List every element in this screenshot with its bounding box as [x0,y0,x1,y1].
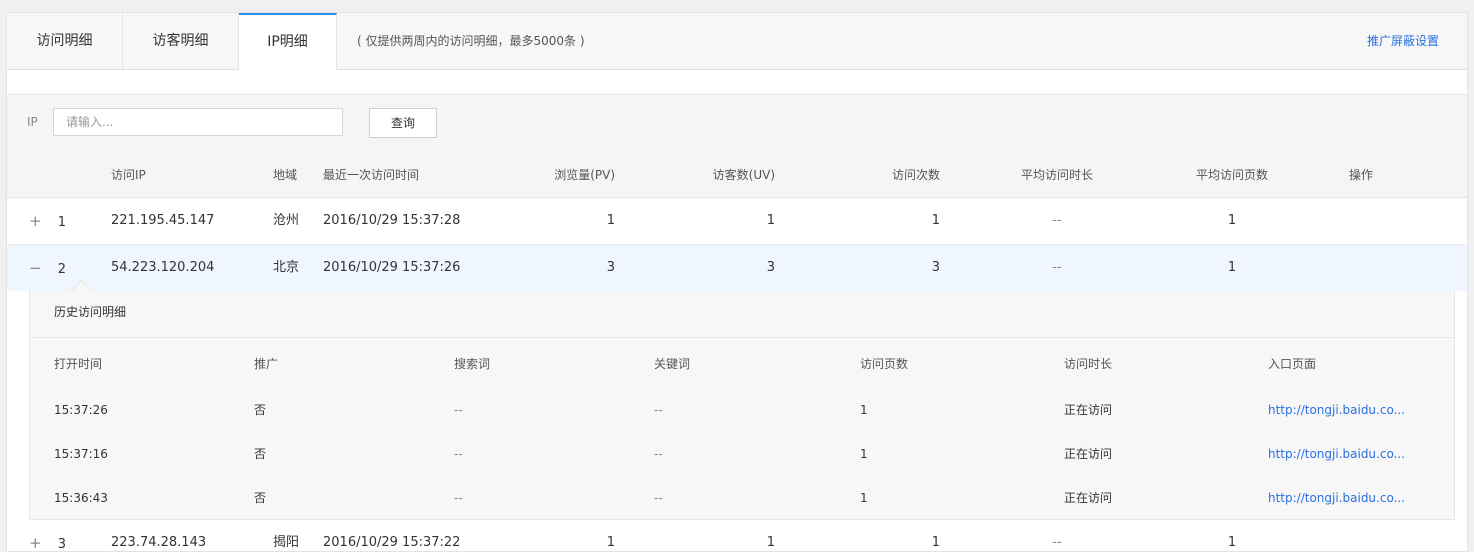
history-header-pages: 访问页数 [860,357,909,371]
table-row: + 3 223.74.28.143 揭阳 2016/10/29 15:37:22… [7,520,1467,552]
row-index-cell: + 1 [29,198,66,246]
history-header-open-time: 打开时间 [54,357,103,371]
tab-bar: 访问明细 访客明细 IP明细 ( 仅提供两周内的访问明细，最多5000条 ) 推… [7,13,1467,70]
header-avg-duration: 平均访问时长 [1020,168,1093,182]
history-row: 15:37:26 否 -- -- 1 正在访问 http://tongji.ba… [30,387,1454,433]
region-cell: 沧州 [273,213,300,228]
ip-detail-panel: 访问明细 访客明细 IP明细 ( 仅提供两周内的访问明细，最多5000条 ) 推… [6,12,1468,552]
tab-note: ( 仅提供两周内的访问明细，最多5000条 ) [357,34,585,48]
visits-cell: 3 [931,260,940,275]
header-visits: 访问次数 [891,168,940,182]
row-index: 2 [57,262,66,277]
row-index-cell: + 3 [29,520,66,552]
history-row: 15:36:43 否 -- -- 1 正在访问 http://tongji.ba… [30,475,1454,521]
entry-page-link[interactable]: http://tongji.baidu.co... [1268,431,1405,477]
header-ip: 访问IP [111,168,146,182]
table-row-expanded: − 2 54.223.120.204 北京 2016/10/29 15:37:2… [7,245,1467,291]
uv-cell: 1 [766,535,775,550]
ip-cell: 54.223.120.204 [111,260,215,275]
entry-page-link[interactable]: http://tongji.baidu.co... [1268,475,1405,521]
table-header: 访问IP 地域 最近一次访问时间 浏览量(PV) 访客数(UV) 访问次数 平均… [7,153,1467,198]
pages-cell: 1 [860,403,868,417]
promotion-cell: 否 [254,403,267,417]
tab-visit-detail[interactable]: 访问明细 [7,13,123,69]
pv-cell: 3 [606,260,615,275]
history-header-promotion: 推广 [254,357,279,371]
uv-cell: 3 [766,260,775,275]
keyword-cell: -- [654,491,663,505]
search-term-cell: -- [454,491,463,505]
search-term-cell: -- [454,403,463,417]
visits-cell: 1 [931,535,940,550]
filter-bar: IP 查询 [7,94,1467,153]
avg-pages-cell: 1 [1227,535,1237,550]
history-row: 15:37:16 否 -- -- 1 正在访问 http://tongji.ba… [30,431,1454,477]
expand-toggle-icon[interactable]: + [29,212,42,230]
promotion-cell: 否 [254,447,267,461]
last-visit-cell: 2016/10/29 15:37:28 [323,213,461,228]
collapse-toggle-icon[interactable]: − [29,259,42,277]
query-button[interactable]: 查询 [369,108,437,138]
expand-toggle-icon[interactable]: + [29,534,42,551]
history-header-search-term: 搜索词 [454,357,491,371]
uv-cell: 1 [766,213,775,228]
open-time-cell: 15:37:26 [54,403,108,417]
ip-cell: 223.74.28.143 [111,535,207,550]
row-index: 1 [57,215,66,230]
history-header: 打开时间 推广 搜索词 关键词 访问页数 访问时长 入口页面 [30,341,1454,387]
last-visit-cell: 2016/10/29 15:37:22 [323,535,461,550]
ip-search-input[interactable] [53,108,343,136]
avg-duration-cell: -- [1052,260,1062,275]
avg-pages-cell: 1 [1227,260,1237,275]
region-cell: 北京 [273,260,300,275]
pages-cell: 1 [860,491,868,505]
duration-cell: 正在访问 [1064,403,1113,417]
table-row: + 1 221.195.45.147 沧州 2016/10/29 15:37:2… [7,198,1467,245]
avg-duration-cell: -- [1052,213,1062,228]
last-visit-cell: 2016/10/29 15:37:26 [323,260,461,275]
history-header-entry-page: 入口页面 [1268,357,1317,371]
duration-cell: 正在访问 [1064,491,1113,505]
pv-cell: 1 [606,213,615,228]
history-detail-panel: 历史访问明细 打开时间 推广 搜索词 关键词 访问页数 访问时长 入口页面 15… [29,279,1455,521]
shield-settings-link[interactable]: 推广屏蔽设置 [1367,13,1439,69]
entry-page-link[interactable]: http://tongji.baidu.co... [1268,387,1405,433]
header-region: 地域 [273,168,298,182]
history-header-keyword: 关键词 [654,357,691,371]
keyword-cell: -- [654,447,663,461]
ip-filter-label: IP [27,115,38,129]
header-pv: 浏览量(PV) [554,168,615,182]
promotion-cell: 否 [254,491,267,505]
header-actions: 操作 [1349,168,1374,182]
tab-ip-detail[interactable]: IP明细 [239,13,337,70]
avg-duration-cell: -- [1052,535,1062,550]
open-time-cell: 15:36:43 [54,491,108,505]
visits-cell: 1 [931,213,940,228]
search-term-cell: -- [454,447,463,461]
header-last-visit: 最近一次访问时间 [323,168,420,182]
pages-cell: 1 [860,447,868,461]
divider [30,337,1454,338]
open-time-cell: 15:37:16 [54,447,108,461]
keyword-cell: -- [654,403,663,417]
ip-cell: 221.195.45.147 [111,213,215,228]
row-index-cell: − 2 [29,245,66,293]
avg-pages-cell: 1 [1227,213,1237,228]
row-index: 3 [57,537,66,552]
history-header-duration: 访问时长 [1064,357,1113,371]
pv-cell: 1 [606,535,615,550]
spacer [7,70,1467,94]
region-cell: 揭阳 [273,535,300,550]
history-title: 历史访问明细 [54,305,127,319]
header-uv: 访客数(UV) [712,168,775,182]
header-avg-pages: 平均访问页数 [1195,168,1268,182]
tab-visitor-detail[interactable]: 访客明细 [123,13,239,69]
duration-cell: 正在访问 [1064,447,1113,461]
